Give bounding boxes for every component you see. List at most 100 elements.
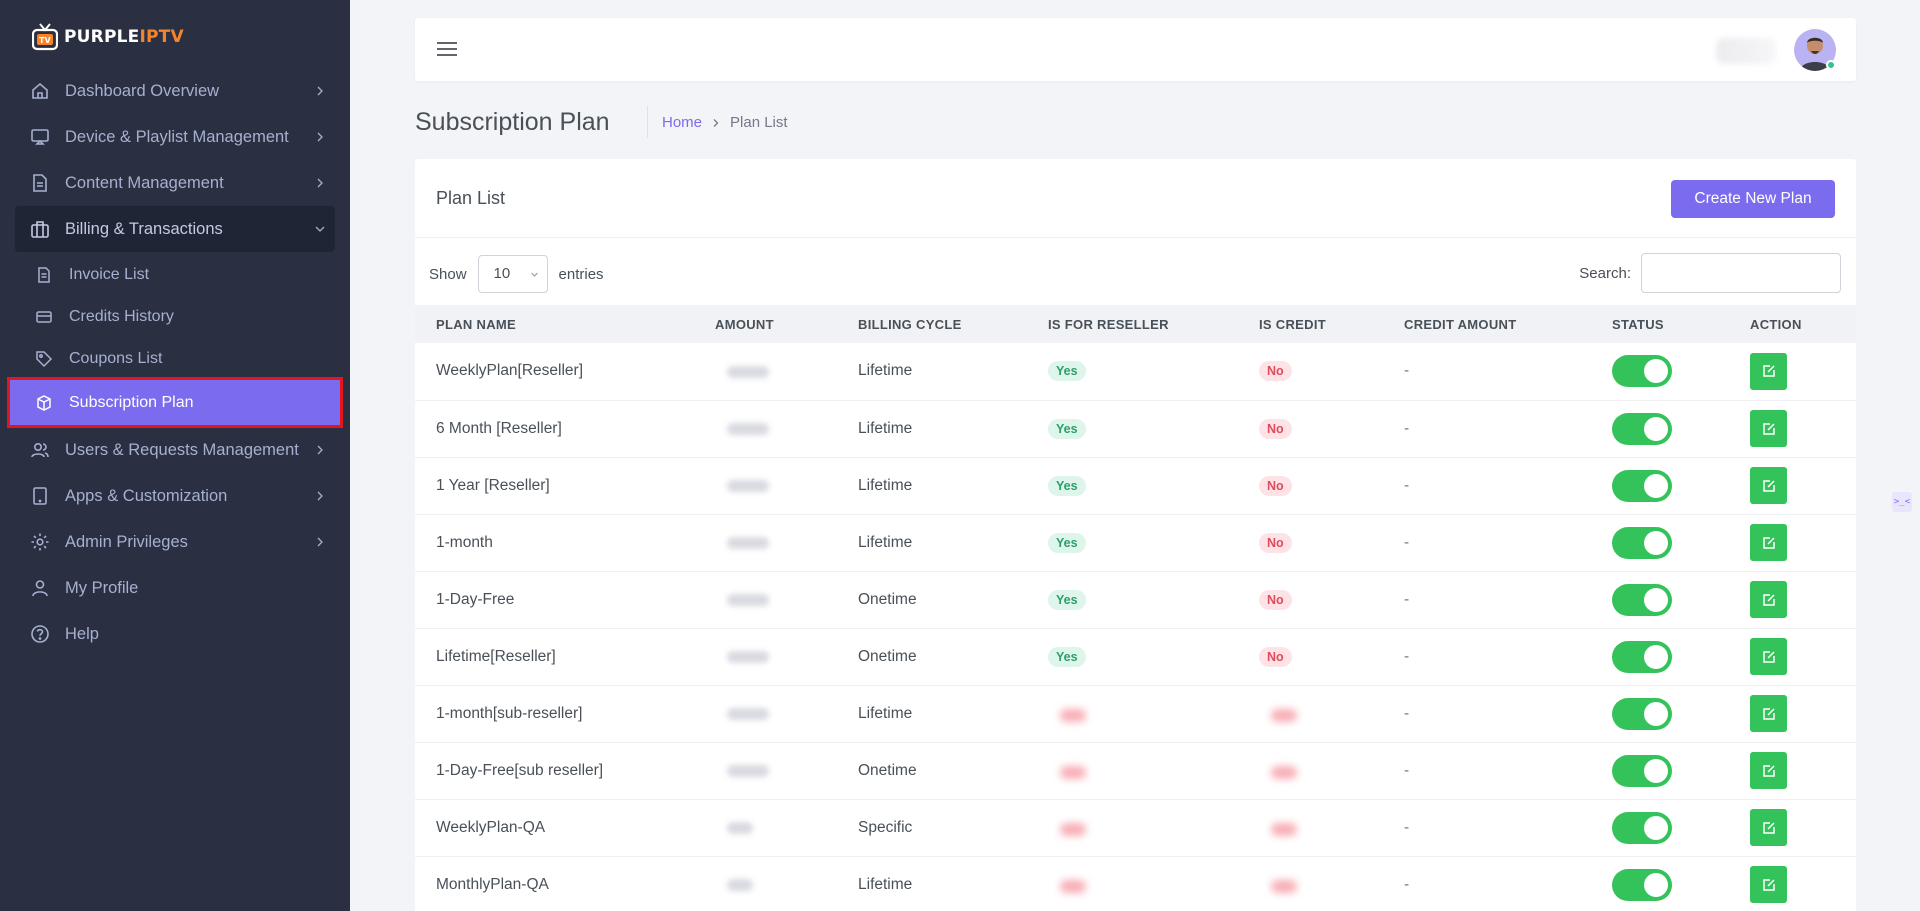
sidebar-subitem-credits-history[interactable]: Credits History xyxy=(0,296,350,338)
sidebar-item-label: Content Management xyxy=(65,173,224,192)
table-body: WeeklyPlan[Reseller] Lifetime Yes No -6 Mont… xyxy=(415,343,1856,911)
plan-name-cell: 1-Day-Free[sub reseller] xyxy=(436,761,604,779)
column-header[interactable]: IS FOR RESELLER xyxy=(1027,305,1238,343)
sidebar-item-my-profile[interactable]: My Profile xyxy=(0,565,350,611)
column-header[interactable]: BILLING CYCLE xyxy=(837,305,1027,343)
is-for-reseller-cell: Yes xyxy=(1027,343,1238,400)
toggle-knob xyxy=(1644,701,1668,726)
sidebar-subitem-label: Invoice List xyxy=(69,266,150,283)
amount-redacted xyxy=(727,822,753,834)
status-toggle[interactable] xyxy=(1612,526,1672,559)
sidebar-item-help[interactable]: Help xyxy=(0,611,350,657)
amount-redacted xyxy=(727,708,769,720)
sidebar-item-device-playlist[interactable]: Device & Playlist Management xyxy=(0,114,350,160)
sidebar-item-billing-transactions[interactable]: Billing & Transactions xyxy=(15,206,335,252)
plan-name-cell: 6 Month [Reseller] xyxy=(436,419,562,437)
is-for-reseller-cell: Yes xyxy=(1027,628,1238,685)
sidebar-item-users-requests[interactable]: Users & Requests Management xyxy=(0,427,350,473)
status-toggle[interactable] xyxy=(1612,412,1672,445)
is-credit-cell xyxy=(1238,685,1383,742)
amount-cell xyxy=(694,400,837,457)
edit-button[interactable] xyxy=(1750,809,1787,846)
plan-list-card: Plan List Create New Plan Show 10 entrie… xyxy=(415,159,1856,911)
is-for-reseller-cell: Yes xyxy=(1027,457,1238,514)
billing-cycle-cell: Lifetime xyxy=(858,419,913,437)
sidebar-item-content-management[interactable]: Content Management xyxy=(0,160,350,206)
status-toggle[interactable] xyxy=(1612,697,1672,730)
sidebar-subitem-subscription-plan[interactable]: Subscription Plan xyxy=(7,377,343,428)
status-toggle[interactable] xyxy=(1612,868,1672,901)
edit-button[interactable] xyxy=(1750,524,1787,561)
column-header[interactable]: ACTION xyxy=(1729,305,1856,343)
credit-badge: No xyxy=(1259,361,1292,382)
edit-button[interactable] xyxy=(1750,752,1787,789)
table-row: 1-month Lifetime Yes No - xyxy=(415,514,1856,571)
file-icon xyxy=(30,173,50,193)
is-credit-cell xyxy=(1238,856,1383,911)
edit-button[interactable] xyxy=(1750,638,1787,675)
status-toggle[interactable] xyxy=(1612,355,1672,388)
sidebar-item-label: Users & Requests Management xyxy=(65,440,299,459)
search-label: Search: xyxy=(1579,265,1631,282)
edit-button[interactable] xyxy=(1750,352,1787,390)
table-row: 1 Year [Reseller] Lifetime Yes No - xyxy=(415,457,1856,514)
chevron-right-icon xyxy=(314,444,326,456)
code-icon[interactable]: >_< xyxy=(1892,492,1912,512)
status-toggle[interactable] xyxy=(1612,640,1672,673)
edit-button[interactable] xyxy=(1750,866,1787,903)
billing-cycle-cell: Specific xyxy=(858,818,913,836)
is-for-reseller-cell: Yes xyxy=(1027,514,1238,571)
edit-button[interactable] xyxy=(1750,410,1787,447)
toggle-knob xyxy=(1644,416,1668,441)
create-new-plan-button[interactable]: Create New Plan xyxy=(1671,180,1835,218)
edit-icon xyxy=(1762,364,1776,378)
amount-cell xyxy=(694,571,837,628)
column-header[interactable]: IS CREDIT xyxy=(1238,305,1383,343)
column-header[interactable]: PLAN NAME xyxy=(415,305,694,343)
action-cell xyxy=(1729,457,1856,514)
status-toggle[interactable] xyxy=(1612,583,1672,616)
table-row: WeeklyPlan-QA Specific - xyxy=(415,799,1856,856)
plan-name-cell: 1 Year [Reseller] xyxy=(436,476,550,494)
column-header[interactable]: CREDIT AMOUNT xyxy=(1383,305,1591,343)
status-toggle[interactable] xyxy=(1612,811,1672,844)
column-header[interactable]: AMOUNT xyxy=(694,305,837,343)
status-cell xyxy=(1591,457,1729,514)
search-input[interactable] xyxy=(1641,253,1841,293)
menu-icon[interactable] xyxy=(437,40,457,58)
credit-amount-cell: - xyxy=(1404,476,1410,494)
is-credit-cell: No xyxy=(1238,571,1383,628)
breadcrumb-home-link[interactable]: Home xyxy=(662,114,702,131)
amount-cell xyxy=(694,685,837,742)
entries-length-control: Show 10 entries xyxy=(429,255,604,293)
sidebar-item-apps-customization[interactable]: Apps & Customization xyxy=(0,473,350,519)
status-toggle[interactable] xyxy=(1612,469,1672,502)
credit-amount-cell: - xyxy=(1404,761,1410,779)
status-toggle[interactable] xyxy=(1612,754,1672,787)
edit-button[interactable] xyxy=(1750,695,1787,732)
sidebar-subitem-invoice-list[interactable]: Invoice List xyxy=(0,254,350,296)
edit-button[interactable] xyxy=(1750,581,1787,618)
toggle-knob xyxy=(1644,587,1668,612)
edit-button[interactable] xyxy=(1750,467,1787,504)
brand-logo[interactable]: TV PURPLEIPTV xyxy=(32,22,184,52)
sidebar-item-dashboard-overview[interactable]: Dashboard Overview xyxy=(0,68,350,114)
amount-cell xyxy=(694,514,837,571)
credit-badge: No xyxy=(1259,646,1292,667)
chevron-down-icon xyxy=(530,270,539,279)
is-for-reseller-cell xyxy=(1027,856,1238,911)
credit-amount-cell: - xyxy=(1404,647,1410,665)
billing-cycle-cell: Onetime xyxy=(858,761,917,779)
sidebar-item-admin-privileges[interactable]: Admin Privileges xyxy=(0,519,350,565)
chevron-right-icon xyxy=(314,131,326,143)
column-header[interactable]: STATUS xyxy=(1591,305,1729,343)
status-cell xyxy=(1591,628,1729,685)
chevron-right-icon xyxy=(314,536,326,548)
is-for-reseller-cell xyxy=(1027,799,1238,856)
amount-cell xyxy=(694,856,837,911)
entries-select[interactable]: 10 xyxy=(477,255,548,293)
toggle-knob xyxy=(1644,815,1668,840)
is-for-reseller-cell xyxy=(1027,685,1238,742)
sidebar-subitem-coupons-list[interactable]: Coupons List xyxy=(0,338,350,380)
credit-amount-cell: - xyxy=(1404,419,1410,437)
